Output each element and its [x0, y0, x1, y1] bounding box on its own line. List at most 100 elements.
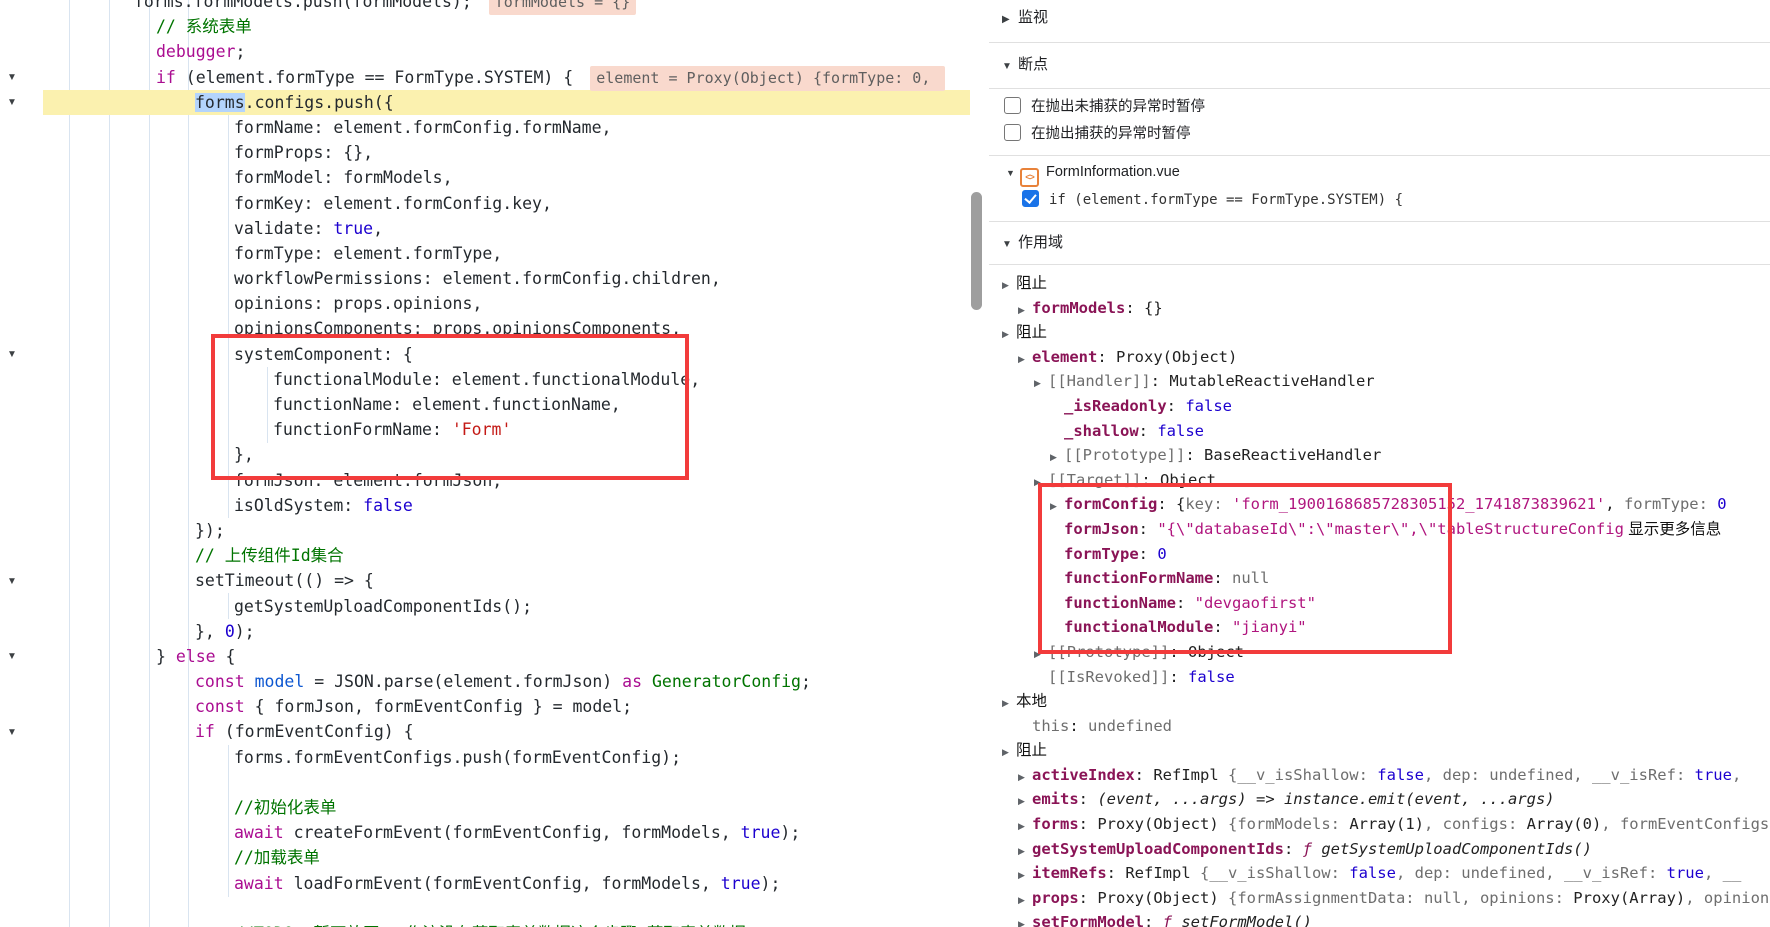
vertical-scrollbar-thumb[interactable] [971, 192, 982, 310]
fold-arrow-icon[interactable]: ▼ [5, 348, 19, 362]
code-line[interactable]: //初始化表单 [0, 795, 970, 820]
code-line[interactable]: functionName: element.functionName, [0, 392, 970, 417]
scope-row[interactable]: ▶阻止 [989, 320, 1770, 345]
scope-row[interactable]: ▶阻止 [989, 271, 1770, 296]
scope-row[interactable]: ▶forms: Proxy(Object) {formModels: Array… [989, 812, 1770, 837]
chevron-right-icon[interactable]: ▶ [1034, 642, 1048, 665]
scope-row[interactable]: _isReadonly: false [989, 394, 1770, 419]
pause-uncaught-exceptions-row[interactable]: 在抛出未捕获的异常时暂停 [1004, 97, 1205, 115]
chevron-right-icon[interactable]: ▶ [1018, 347, 1032, 370]
code-line[interactable]: //TODO: 暂不放开 工作流没有获取表单数据这个步骤 获取表单数据 [0, 921, 970, 927]
scope-row[interactable]: ▶element: Proxy(Object) [989, 345, 1770, 370]
chevron-right-icon[interactable]: ▶ [1034, 470, 1048, 493]
scope-row[interactable]: ▶[[Prototype]]: BaseReactiveHandler [989, 443, 1770, 468]
chevron-right-icon[interactable]: ▶ [1002, 10, 1018, 30]
scope-row[interactable]: ▶[[Prototype]]: Object [989, 640, 1770, 665]
scope-row[interactable]: functionFormName: null [989, 566, 1770, 591]
code-line[interactable]: formProps: {}, [0, 140, 970, 165]
scope-row[interactable]: this: undefined [989, 714, 1770, 739]
code-line[interactable]: isOldSystem: false [0, 493, 970, 518]
chevron-right-icon[interactable]: ▶ [1018, 888, 1032, 911]
fold-arrow-icon[interactable]: ▼ [5, 96, 19, 110]
fold-arrow-icon[interactable]: ▼ [5, 650, 19, 664]
chevron-right-icon[interactable]: ▶ [1018, 912, 1032, 927]
code-line[interactable]: // 系统表单 [0, 14, 970, 39]
code-line[interactable]: await createFormEvent(formEventConfig, f… [0, 820, 970, 845]
chevron-right-icon[interactable]: ▶ [1002, 691, 1016, 714]
code-line[interactable]: if (formEventConfig) { [0, 719, 970, 744]
breakpoint-entry[interactable]: if (element.formType == FormType.SYSTEM)… [1022, 190, 1403, 210]
code-line[interactable]: } else { [0, 644, 970, 669]
chevron-right-icon[interactable]: ▶ [1002, 322, 1016, 345]
chevron-down-icon[interactable]: ▼ [1002, 235, 1018, 255]
scope-row[interactable]: _shallow: false [989, 419, 1770, 444]
code-line[interactable]: }, 0); [0, 619, 970, 644]
code-line[interactable]: formModel: formModels, [0, 165, 970, 190]
scope-row[interactable]: ▶emits: (event, ...args) => instance.emi… [989, 787, 1770, 812]
code-line[interactable]: debugger; [0, 39, 970, 64]
code-line[interactable]: getSystemUploadComponentIds(); [0, 594, 970, 619]
code-line[interactable]: functionFormName: 'Form' [0, 417, 970, 442]
breakpoints-section-header[interactable]: ▼断点 [1002, 55, 1048, 75]
code-line[interactable]: formKey: element.formConfig.key, [0, 191, 970, 216]
code-line[interactable]: const { formJson, formEventConfig } = mo… [0, 694, 970, 719]
code-line[interactable]: workflowPermissions: element.formConfig.… [0, 266, 970, 291]
source-editor-panel[interactable]: forms.formModels.push(formModels);formMo… [0, 0, 988, 927]
scope-row[interactable]: ▶阻止 [989, 738, 1770, 763]
code-line[interactable]: opinionsComponents: props.opinionsCompon… [0, 316, 970, 341]
chevron-right-icon[interactable]: ▶ [1034, 371, 1048, 394]
code-line[interactable]: forms.configs.push({ [0, 90, 970, 115]
breakpoint-file-group[interactable]: ▼<>FormInformation.vue [1006, 162, 1180, 182]
scope-row[interactable]: formJson: "{\"databaseId\":\"master\",\"… [989, 517, 1770, 542]
scope-row[interactable]: ▶getSystemUploadComponentIds: ƒ getSyste… [989, 837, 1770, 862]
code-line[interactable]: }); [0, 518, 970, 543]
scope-row[interactable]: functionalModule: "jianyi" [989, 615, 1770, 640]
scope-row[interactable]: ▶formModels: {} [989, 296, 1770, 321]
chevron-right-icon[interactable]: ▶ [1002, 273, 1016, 296]
code-line[interactable] [0, 770, 970, 795]
code-line[interactable]: const model = JSON.parse(element.formJso… [0, 669, 970, 694]
code-line[interactable]: if (element.formType == FormType.SYSTEM)… [0, 65, 970, 90]
chevron-right-icon[interactable]: ▶ [1018, 789, 1032, 812]
scope-row[interactable]: formType: 0 [989, 542, 1770, 567]
code-line[interactable]: }, [0, 442, 970, 467]
chevron-right-icon[interactable]: ▶ [1002, 740, 1016, 763]
pause-caught-checkbox[interactable] [1004, 124, 1021, 141]
scope-row[interactable]: functionName: "devgaofirst" [989, 591, 1770, 616]
fold-arrow-icon[interactable]: ▼ [5, 71, 19, 85]
chevron-down-icon[interactable]: ▼ [1002, 57, 1018, 77]
watch-section-header[interactable]: ▶监视 [1002, 8, 1048, 28]
chevron-right-icon[interactable]: ▶ [1018, 814, 1032, 837]
scope-row[interactable]: ▶formConfig: {key: 'form_190016868572830… [989, 492, 1770, 517]
scope-row[interactable]: ▶setFormModel: ƒ setFormModel() [989, 910, 1770, 927]
chevron-right-icon[interactable]: ▶ [1050, 494, 1064, 517]
code-line[interactable]: systemComponent: { [0, 342, 970, 367]
chevron-right-icon[interactable]: ▶ [1018, 863, 1032, 886]
code-line[interactable]: // 上传组件Id集合 [0, 543, 970, 568]
pause-uncaught-checkbox[interactable] [1004, 97, 1021, 114]
code-line[interactable]: //加载表单 [0, 845, 970, 870]
code-line[interactable]: formJson: element.formJson, [0, 468, 970, 493]
fold-arrow-icon[interactable]: ▼ [5, 575, 19, 589]
code-line[interactable] [0, 896, 970, 921]
chevron-right-icon[interactable]: ▶ [1050, 445, 1064, 468]
code-line[interactable]: validate: true, [0, 216, 970, 241]
chevron-right-icon[interactable]: ▶ [1018, 298, 1032, 321]
code-line[interactable]: forms.formModels.push(formModels);formMo… [0, 0, 970, 14]
pause-caught-exceptions-row[interactable]: 在抛出捕获的异常时暂停 [1004, 124, 1191, 142]
scope-row[interactable]: ▶[[Handler]]: MutableReactiveHandler [989, 369, 1770, 394]
scope-row[interactable]: ▶itemRefs: RefImpl {__v_isShallow: false… [989, 861, 1770, 886]
scope-row[interactable]: ▶activeIndex: RefImpl {__v_isShallow: fa… [989, 763, 1770, 788]
code-line[interactable]: setTimeout(() => { [0, 568, 970, 593]
scope-section-header[interactable]: ▼作用域 [1002, 233, 1063, 253]
fold-arrow-icon[interactable]: ▼ [5, 726, 19, 740]
code-line[interactable]: formName: element.formConfig.formName, [0, 115, 970, 140]
scope-row[interactable]: [[IsRevoked]]: false [989, 665, 1770, 690]
code-line[interactable]: await loadFormEvent(formEventConfig, for… [0, 871, 970, 896]
chevron-down-icon[interactable]: ▼ [1006, 163, 1020, 183]
code-line[interactable]: functionalModule: element.functionalModu… [0, 367, 970, 392]
breakpoint-enabled-checkbox[interactable] [1022, 190, 1039, 207]
scope-row[interactable]: ▶[[Target]]: Object [989, 468, 1770, 493]
code-line[interactable]: forms.formEventConfigs.push(formEventCon… [0, 745, 970, 770]
code-line[interactable]: opinions: props.opinions, [0, 291, 970, 316]
